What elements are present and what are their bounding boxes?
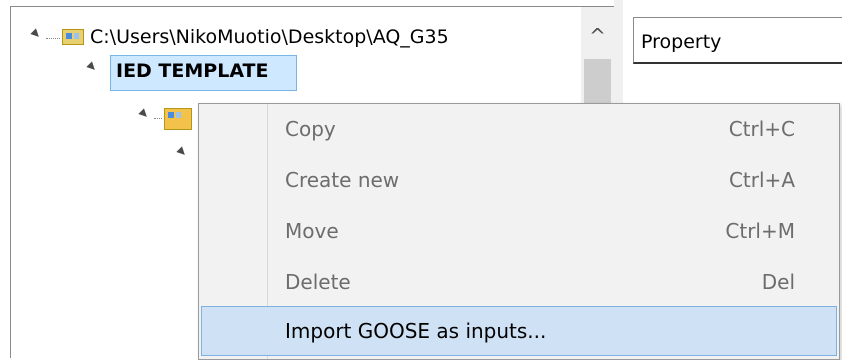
menu-item-move[interactable]: Move Ctrl+M [199, 206, 839, 258]
menu-item-label: Import GOOSE as inputs... [285, 319, 547, 343]
scl-node-icon [164, 108, 192, 130]
expand-triangle-icon[interactable] [30, 28, 42, 40]
menu-item-shortcut: Ctrl+M [725, 219, 795, 243]
menu-item-delete[interactable]: Delete Del [199, 257, 839, 309]
context-menu: Copy Ctrl+C Create new Ctrl+A Move Ctrl+… [198, 103, 840, 360]
menu-item-shortcut: Del [761, 270, 795, 294]
tree-connector [46, 38, 60, 39]
tree-border-top [10, 6, 614, 7]
menu-item-label: Delete [285, 270, 351, 294]
menu-item-label: Copy [285, 117, 336, 141]
tree-root-label[interactable]: C:\Users\NikoMuotio\Desktop\AQ_G35 [90, 26, 449, 48]
property-column-header[interactable]: Property [641, 31, 721, 53]
expand-triangle-icon[interactable] [86, 61, 98, 73]
menu-item-create-new[interactable]: Create new Ctrl+A [199, 155, 839, 207]
menu-item-shortcut: Ctrl+C [728, 117, 795, 141]
menu-item-label: Create new [285, 168, 400, 192]
expand-triangle-icon[interactable] [138, 108, 150, 120]
tree-border-left [10, 6, 11, 358]
scl-file-icon [62, 29, 84, 45]
expand-triangle-icon[interactable] [176, 146, 188, 158]
menu-item-shortcut: Ctrl+A [728, 168, 795, 192]
scroll-thumb[interactable] [584, 59, 611, 104]
scroll-up-arrow-icon[interactable]: ^ [581, 21, 614, 51]
tree-connector [154, 118, 162, 119]
menu-item-label: Move [285, 219, 339, 243]
menu-item-copy[interactable]: Copy Ctrl+C [199, 104, 839, 156]
tree-node-ied-template[interactable]: IED TEMPLATE [116, 60, 268, 82]
menu-item-import-goose[interactable]: Import GOOSE as inputs... [199, 306, 839, 358]
